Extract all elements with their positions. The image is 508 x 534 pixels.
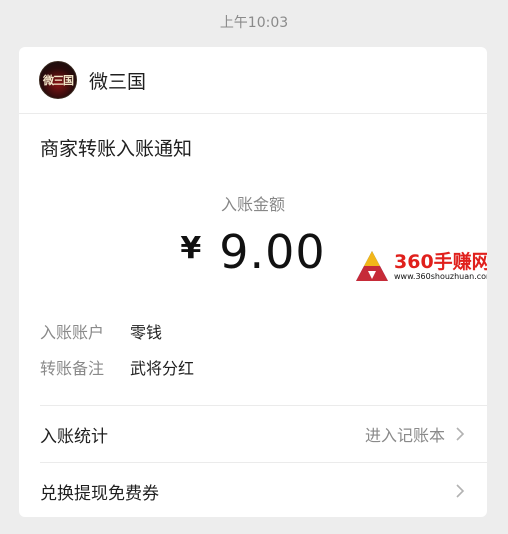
stats-link-row[interactable]: 入账统计 进入记账本 xyxy=(19,406,487,462)
coupon-label: 兑换提现免费券 xyxy=(40,483,159,504)
amount-value: 9.00 xyxy=(219,225,326,279)
detail-value: 零钱 xyxy=(130,323,163,342)
detail-value: 武将分红 xyxy=(130,359,195,378)
detail-key: 转账备注 xyxy=(40,359,105,378)
notice-title: 商家转账入账通知 xyxy=(40,138,193,160)
chevron-right-icon xyxy=(456,427,465,441)
detail-row-remark: 转账备注 武将分红 xyxy=(40,355,194,379)
watermark-url: www.360shouzhuan.com xyxy=(394,272,487,281)
stats-label: 入账统计 xyxy=(40,426,108,447)
currency-symbol: ¥ xyxy=(180,231,202,266)
merchant-header[interactable]: 微三国 微三国 xyxy=(19,47,487,114)
watermark-logo-icon xyxy=(356,251,388,281)
message-timestamp: 上午10:03 xyxy=(219,15,289,31)
avatar-logo-text: 微三国 xyxy=(43,74,74,87)
detail-row-account: 入账账户 零钱 xyxy=(40,319,162,343)
chevron-right-icon xyxy=(456,484,465,498)
amount-label: 入账金额 xyxy=(220,195,285,214)
watermark-title: 360手赚网 xyxy=(394,251,487,273)
detail-key: 入账账户 xyxy=(40,323,105,342)
merchant-name: 微三国 xyxy=(89,70,147,93)
coupon-link-row[interactable]: 兑换提现免费券 xyxy=(19,463,487,517)
stats-action-text: 进入记账本 xyxy=(364,426,445,445)
merchant-avatar: 微三国 xyxy=(39,61,77,99)
transfer-notice-card[interactable]: 微三国 微三国 商家转账入账通知 入账金额 ¥9.00 360手赚网 www.3… xyxy=(19,47,487,517)
watermark: 360手赚网 www.360shouzhuan.com xyxy=(354,247,487,287)
